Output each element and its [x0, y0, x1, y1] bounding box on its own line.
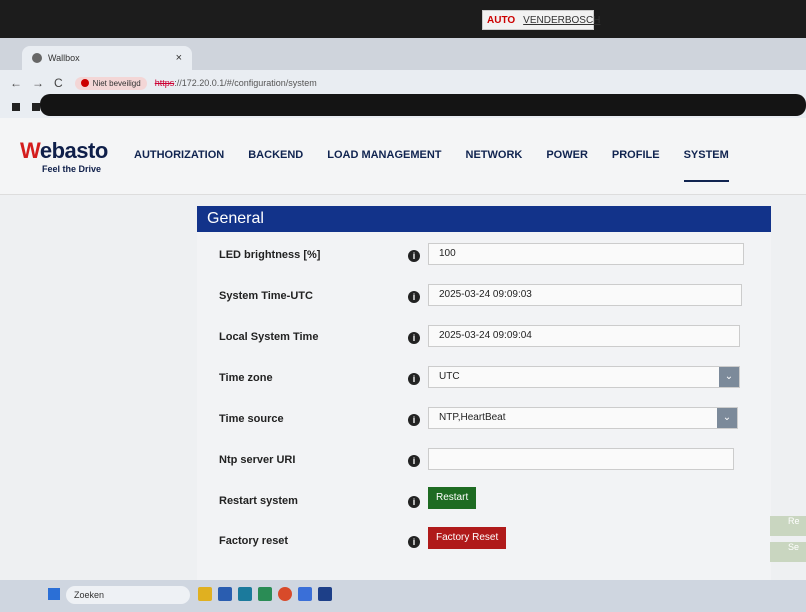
- info-icon[interactable]: i: [408, 455, 420, 467]
- time-zone-label: Time zone: [219, 372, 273, 384]
- taskbar-apps: [198, 587, 332, 601]
- security-label: Niet beveiligd: [92, 78, 141, 88]
- address-bar: ← → C Niet beveiligd https://172.20.0.1/…: [0, 70, 806, 96]
- webasto-logo[interactable]: Webasto Feel the Drive: [20, 138, 108, 174]
- factory-reset-label: Factory reset: [219, 535, 289, 547]
- menu-power[interactable]: POWER: [546, 149, 588, 161]
- brand-name: ebasto: [39, 138, 108, 163]
- system-time-utc-label: System Time-UTC: [219, 290, 313, 302]
- restart-button[interactable]: Restart: [428, 487, 477, 509]
- info-icon[interactable]: i: [408, 250, 420, 262]
- app-icon[interactable]: [258, 587, 272, 601]
- time-zone-value: UTC: [439, 371, 460, 382]
- side-button-re[interactable]: Re: [770, 516, 806, 536]
- local-system-time-label: Local System Time: [219, 331, 319, 343]
- info-icon[interactable]: i: [408, 373, 420, 385]
- bookmark-icon[interactable]: [12, 103, 20, 111]
- tab-close-icon[interactable]: ×: [176, 52, 182, 64]
- local-system-time-field[interactable]: 2025-03-24 09:09:04: [428, 325, 740, 347]
- url-scheme: https: [154, 78, 175, 88]
- webpage: Webasto Feel the Drive AUTHORIZATION BAC…: [0, 118, 806, 580]
- brand-mark: W: [20, 138, 40, 163]
- taskbar-search[interactable]: Zoeken: [66, 586, 190, 604]
- menu-profile[interactable]: PROFILE: [612, 149, 660, 161]
- menu-network[interactable]: NETWORK: [466, 149, 523, 161]
- row-restart-system: Restart system i Restart: [197, 487, 771, 519]
- menu-load-management[interactable]: LOAD MANAGEMENT: [327, 149, 441, 161]
- menu-authorization[interactable]: AUTHORIZATION: [134, 149, 224, 161]
- info-icon[interactable]: i: [408, 414, 420, 426]
- forward-button[interactable]: →: [32, 76, 44, 90]
- panel-title: General: [197, 206, 771, 232]
- browser-tab-bar: ⌄ Wallbox × +: [0, 38, 806, 96]
- warning-icon: [80, 79, 89, 87]
- ntp-server-input[interactable]: [428, 448, 734, 470]
- sticker-name: VENDERBOSCH: [523, 14, 601, 26]
- factory-reset-button[interactable]: Factory Reset: [428, 527, 507, 549]
- time-zone-select[interactable]: UTC ⌄: [428, 366, 740, 388]
- app-icon[interactable]: [298, 587, 312, 601]
- row-time-zone: Time zone i UTC ⌄: [197, 364, 771, 396]
- app-icon[interactable]: [318, 587, 332, 601]
- general-panel: General LED brightness [%] i 100 System …: [197, 206, 771, 580]
- browser-tab[interactable]: Wallbox ×: [22, 46, 192, 70]
- security-chip[interactable]: Niet beveiligd: [74, 76, 147, 90]
- led-brightness-label: LED brightness [%]: [219, 249, 321, 261]
- info-icon[interactable]: i: [408, 332, 420, 344]
- row-led-brightness: LED brightness [%] i 100: [197, 241, 771, 273]
- site-header: Webasto Feel the Drive AUTHORIZATION BAC…: [0, 118, 806, 195]
- system-time-utc-field[interactable]: 2025-03-24 09:09:03: [428, 284, 742, 306]
- dealer-sticker: AUTO VENDERBOSCH: [482, 10, 600, 30]
- app-icon[interactable]: [238, 587, 252, 601]
- row-local-system-time: Local System Time i 2025-03-24 09:09:04: [197, 323, 771, 355]
- side-button-se[interactable]: Se: [770, 542, 806, 562]
- url-path: ://172.20.0.1/#/configuration/system: [174, 78, 317, 88]
- tab-favicon-icon: [32, 53, 42, 63]
- restart-system-label: Restart system: [219, 495, 298, 507]
- windows-start-icon[interactable]: [48, 588, 60, 600]
- brand-tagline: Feel the Drive: [42, 164, 102, 174]
- menu-backend[interactable]: BACKEND: [248, 149, 303, 161]
- reload-button[interactable]: C: [54, 76, 63, 90]
- row-time-source: Time source i NTP,HeartBeat ⌄: [197, 405, 771, 437]
- url-field[interactable]: https://172.20.0.1/#/configuration/syste…: [155, 78, 317, 88]
- time-source-value: NTP,HeartBeat: [439, 412, 506, 423]
- file-explorer-icon[interactable]: [198, 587, 212, 601]
- time-source-select[interactable]: NTP,HeartBeat ⌄: [428, 407, 738, 429]
- menu-system[interactable]: SYSTEM: [683, 149, 730, 182]
- led-brightness-input[interactable]: 100: [428, 243, 744, 265]
- chevron-down-icon[interactable]: ⌄: [719, 367, 739, 387]
- info-icon[interactable]: i: [408, 291, 420, 303]
- chevron-down-icon[interactable]: ⌄: [717, 408, 737, 428]
- row-system-time-utc: System Time-UTC i 2025-03-24 09:09:03: [197, 282, 771, 314]
- tab-title: Wallbox: [48, 53, 80, 63]
- taskbar: Zoeken: [0, 580, 806, 612]
- time-source-label: Time source: [219, 413, 284, 425]
- app-icon[interactable]: [218, 587, 232, 601]
- main-menu: AUTHORIZATION BACKEND LOAD MANAGEMENT NE…: [134, 149, 730, 182]
- redaction-bar: [40, 94, 806, 116]
- chrome-icon[interactable]: [278, 587, 292, 601]
- ntp-server-label: Ntp server URI: [219, 454, 296, 466]
- row-factory-reset: Factory reset i Factory Reset: [197, 527, 771, 559]
- back-button[interactable]: ←: [10, 76, 22, 90]
- row-ntp-server: Ntp server URI i: [197, 446, 771, 478]
- sticker-brand: AUTO: [487, 14, 516, 26]
- info-icon[interactable]: i: [408, 536, 420, 548]
- info-icon[interactable]: i: [408, 496, 420, 508]
- apps-icon[interactable]: [32, 103, 40, 111]
